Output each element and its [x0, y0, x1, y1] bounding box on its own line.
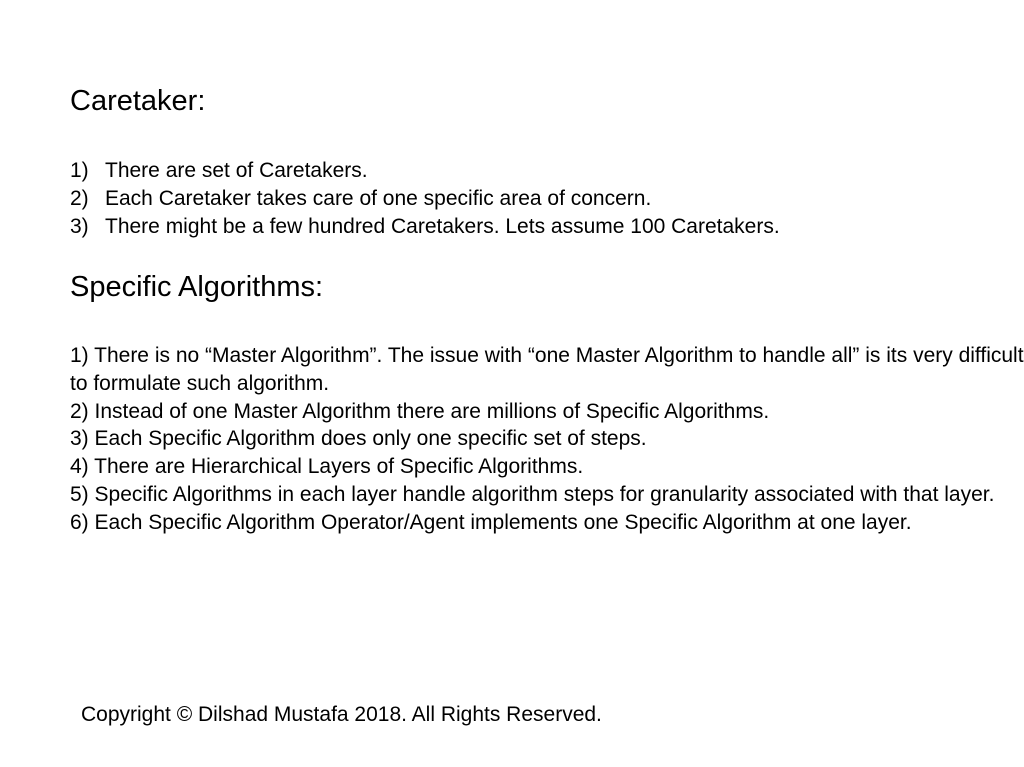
caretaker-list-item: 1) There are set of Caretakers. — [70, 157, 780, 185]
list-item-number: 3) — [70, 214, 89, 238]
specific-algorithms-item: 4) There are Hierarchical Layers of Spec… — [70, 455, 584, 479]
slide: Caretaker: 1) There are set of Caretakers… — [0, 0, 1024, 767]
caretaker-heading: Caretaker: — [70, 85, 206, 117]
caretaker-list-item: 3) There might be a few hundred Caretaker… — [70, 213, 780, 241]
list-item-number: 2) — [70, 186, 89, 210]
list-item-text: There might be a few hundred Caretakers.… — [105, 214, 780, 238]
specific-algorithms-item: 1) There is no “Master Algorithm”. The i… — [70, 344, 1024, 395]
specific-algorithms-item: 3) Each Specific Algorithm does only one… — [70, 427, 647, 451]
copyright-footer: Copyright © Dilshad Mustafa 2018. All Ri… — [81, 703, 602, 726]
specific-algorithms-heading: Specific Algorithms: — [70, 271, 324, 303]
caretaker-list: 1) There are set of Caretakers. 2) Each Ca… — [70, 157, 780, 240]
specific-algorithms-item: 5) Specific Algorithms in each layer han… — [70, 482, 995, 506]
caretaker-list-item: 2) Each Caretaker takes care of one speci… — [70, 185, 780, 213]
specific-algorithms-item: 2) Instead of one Master Algorithm there… — [70, 399, 770, 423]
list-item-number: 1) — [70, 159, 89, 182]
list-item-text: There are set of Caretakers. — [105, 159, 368, 182]
specific-algorithms-list: 1) There is no “Master Algorithm”. The i… — [70, 342, 1024, 537]
list-item-text: Each Caretaker takes care of one specifi… — [105, 186, 652, 210]
specific-algorithms-item: 6) Each Specific Algorithm Operator/Agen… — [70, 510, 912, 534]
